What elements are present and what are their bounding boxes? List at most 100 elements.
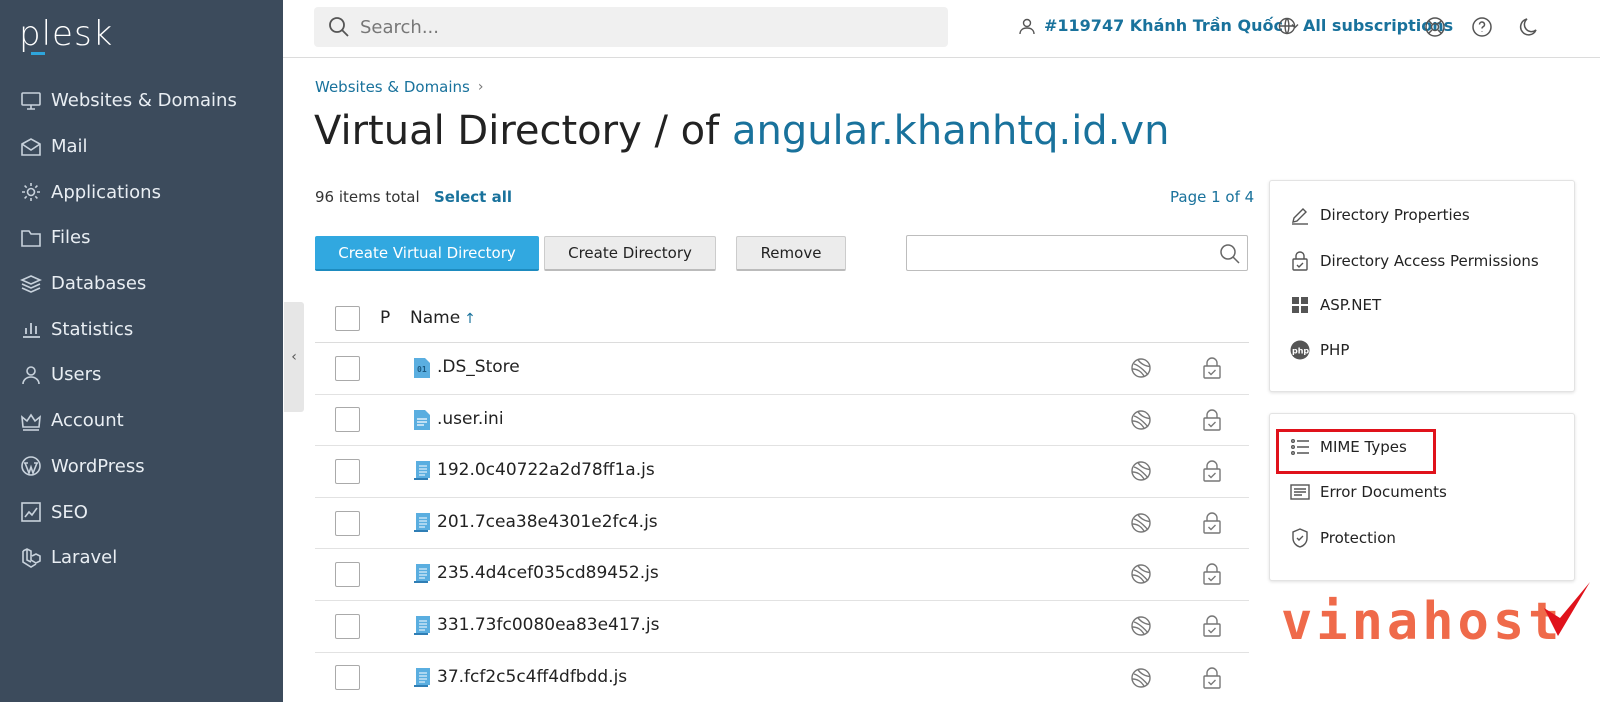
- row-checkbox[interactable]: [335, 407, 360, 433]
- directory-properties-label: Directory Properties: [1320, 206, 1470, 224]
- page-info: Page 1 of 4: [1170, 188, 1255, 206]
- file-name-link[interactable]: .user.ini: [437, 409, 504, 429]
- sidebar-item-label: Applications: [51, 181, 161, 203]
- lock-check-icon[interactable]: [1201, 666, 1223, 690]
- lock-icon: [1292, 251, 1308, 271]
- checkmark-icon: [1544, 582, 1590, 636]
- help-icon[interactable]: [1470, 15, 1494, 39]
- page-title: Virtual Directory / of angular.khanhtq.i…: [314, 108, 1169, 154]
- select-all-link[interactable]: Select all: [434, 188, 512, 206]
- lock-check-icon[interactable]: [1201, 459, 1223, 483]
- protection-link[interactable]: Protection: [1290, 527, 1396, 549]
- file-name-link[interactable]: 37.fcf2c5c4ff4dfbdd.js: [437, 667, 627, 687]
- row-checkbox[interactable]: [335, 355, 360, 381]
- row-checkbox[interactable]: [335, 510, 360, 536]
- topbar: #119747 Khánh Trần Quốc All subscription…: [283, 0, 1600, 58]
- user-icon: [22, 366, 40, 385]
- sidebar-item-laravel[interactable]: Laravel: [0, 535, 283, 581]
- table-row: 37.fcf2c5c4ff4dfbdd.js: [315, 653, 1249, 702]
- sidebar-item-files[interactable]: Files: [0, 215, 283, 261]
- globe-icon[interactable]: [1130, 615, 1152, 637]
- row-checkbox[interactable]: [335, 665, 360, 691]
- create-virtual-directory-button[interactable]: Create Virtual Directory: [315, 236, 539, 271]
- mail-icon: [21, 137, 41, 156]
- sidebar-item-label: WordPress: [51, 455, 145, 477]
- column-name[interactable]: Name ↑: [410, 308, 476, 328]
- moon-icon[interactable]: [1517, 15, 1541, 39]
- sidebar-item-applications[interactable]: Applications: [0, 169, 283, 215]
- search-icon: [329, 17, 349, 37]
- user-menu[interactable]: #119747 Khánh Trần Quốc: [1018, 16, 1309, 35]
- crown-icon: [21, 413, 41, 431]
- row-checkbox[interactable]: [335, 613, 360, 639]
- remove-button[interactable]: Remove: [736, 236, 846, 271]
- lock-check-icon[interactable]: [1201, 562, 1223, 586]
- sidebar-item-label: Files: [51, 227, 91, 249]
- breadcrumb-link[interactable]: Websites & Domains: [315, 78, 470, 96]
- create-directory-button[interactable]: Create Directory: [544, 236, 716, 271]
- shield-icon: [1292, 528, 1308, 548]
- script-file-icon: [414, 512, 430, 532]
- sidebar-item-statistics[interactable]: Statistics: [0, 306, 283, 352]
- sidebar-item-label: Account: [51, 410, 124, 432]
- globe-icon: [1278, 17, 1296, 34]
- list-search-input[interactable]: [906, 235, 1248, 271]
- globe-icon[interactable]: [1130, 667, 1152, 689]
- table-row: 235.4d4cef035cd89452.js: [315, 549, 1249, 601]
- chevron-right-icon: ›: [477, 79, 484, 95]
- table-row: 331.73fc0080ea83e417.js: [315, 601, 1249, 653]
- sidebar-item-mail[interactable]: Mail: [0, 124, 283, 170]
- sidebar-item-account[interactable]: Account: [0, 398, 283, 444]
- directory-access-permissions-link[interactable]: Directory Access Permissions: [1290, 250, 1539, 272]
- sidebar-item-users[interactable]: Users: [0, 352, 283, 398]
- error-documents-link[interactable]: Error Documents: [1290, 482, 1447, 502]
- sort-asc-icon: ↑: [464, 311, 476, 327]
- file-name-link[interactable]: 235.4d4cef035cd89452.js: [437, 563, 659, 583]
- file-name-link[interactable]: 192.0c40722a2d78ff1a.js: [437, 460, 655, 480]
- lock-check-icon[interactable]: [1201, 356, 1223, 380]
- column-p[interactable]: P: [380, 308, 410, 328]
- sidebar-collapse-button[interactable]: ‹: [284, 302, 304, 412]
- file-name-link[interactable]: .DS_Store: [437, 357, 520, 377]
- lifebuoy-icon[interactable]: [1423, 15, 1447, 39]
- sidebar-nav: Websites & Domains Mail Applications Fil…: [0, 78, 283, 581]
- php-link[interactable]: php PHP: [1290, 340, 1349, 360]
- globe-icon[interactable]: [1130, 512, 1152, 534]
- monitor-icon: [21, 92, 41, 110]
- aspnet-link[interactable]: ASP.NET: [1290, 295, 1381, 315]
- globe-icon[interactable]: [1130, 409, 1152, 431]
- layers-icon: [20, 274, 42, 293]
- table-row: 201.7cea38e4301e2fc4.js: [315, 498, 1249, 550]
- seo-chart-icon: [21, 502, 41, 522]
- search-input[interactable]: [360, 16, 920, 38]
- file-name-link[interactable]: 201.7cea38e4301e2fc4.js: [437, 512, 658, 532]
- sidebar-item-websites-domains[interactable]: Websites & Domains: [0, 78, 283, 124]
- sidebar-item-databases[interactable]: Databases: [0, 261, 283, 307]
- lock-check-icon[interactable]: [1201, 511, 1223, 535]
- table-row: 192.0c40722a2d78ff1a.js: [315, 446, 1249, 498]
- lock-check-icon[interactable]: [1201, 408, 1223, 432]
- sidebar-item-wordpress[interactable]: WordPress: [0, 444, 283, 490]
- vinahost-watermark: vinahost: [1281, 592, 1564, 652]
- script-file-icon: [414, 667, 430, 687]
- wordpress-icon: [21, 456, 41, 477]
- domain-link[interactable]: angular.khanhtq.id.vn: [732, 108, 1169, 154]
- svg-text:php: php: [1292, 347, 1309, 356]
- select-all-checkbox[interactable]: [335, 305, 360, 331]
- bar-chart-icon: [23, 323, 40, 339]
- plesk-logo[interactable]: plesk: [19, 14, 113, 55]
- globe-icon[interactable]: [1130, 563, 1152, 585]
- lock-check-icon[interactable]: [1201, 614, 1223, 638]
- global-search: [314, 7, 948, 47]
- php-label: PHP: [1320, 341, 1350, 359]
- globe-icon[interactable]: [1130, 460, 1152, 482]
- file-name-link[interactable]: 331.73fc0080ea83e417.js: [437, 615, 659, 635]
- sidebar-item-seo[interactable]: SEO: [0, 489, 283, 535]
- directory-properties-link[interactable]: Directory Properties: [1290, 205, 1470, 225]
- row-checkbox[interactable]: [335, 562, 360, 588]
- tools-panel-directory: Directory Properties Directory Access Pe…: [1269, 180, 1575, 392]
- document-icon: [1290, 484, 1310, 500]
- row-checkbox[interactable]: [335, 458, 360, 484]
- sidebar-item-label: Laravel: [51, 547, 118, 569]
- globe-icon[interactable]: [1130, 357, 1152, 379]
